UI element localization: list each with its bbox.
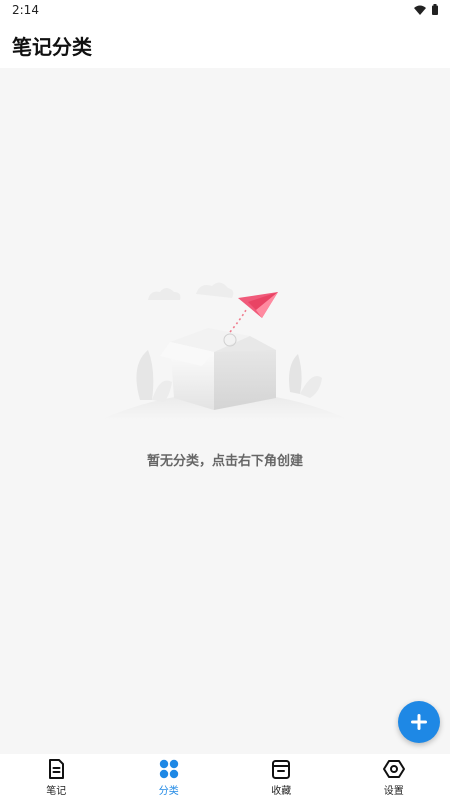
status-time: 2:14 [12, 3, 39, 17]
add-category-button[interactable] [398, 701, 440, 743]
nav-label-settings: 设置 [383, 786, 404, 797]
battery-icon [432, 4, 438, 15]
settings-icon [382, 760, 405, 778]
empty-state-message: 暂无分类，点击右下角创建 [146, 454, 303, 469]
category-icon [159, 759, 178, 779]
status-icons [414, 4, 438, 15]
bottom-navigation: 笔记 分类 收藏 设置 [0, 754, 450, 800]
nav-item-favorites[interactable]: 收藏 [225, 754, 338, 800]
nav-item-notes[interactable]: 笔记 [0, 754, 113, 800]
note-icon [49, 759, 65, 779]
screen: 2:14 笔记分类 暂无分类，点击右下角创建 笔记 分类 收藏 设置 [0, 0, 450, 800]
nav-item-categories[interactable]: 分类 [113, 754, 226, 800]
nav-label-categories: 分类 [158, 786, 179, 797]
page-title: 笔记分类 [12, 35, 92, 59]
empty-box-illustration [100, 282, 350, 420]
nav-item-settings[interactable]: 设置 [338, 754, 450, 800]
favorite-box-icon [272, 760, 291, 779]
nav-label-favorites: 收藏 [271, 786, 292, 797]
app-bar: 笔记分类 [0, 22, 450, 68]
status-bar: 2:14 [0, 0, 450, 22]
wifi-icon [414, 5, 426, 15]
plus-icon [411, 714, 427, 730]
nav-label-notes: 笔记 [46, 786, 67, 797]
